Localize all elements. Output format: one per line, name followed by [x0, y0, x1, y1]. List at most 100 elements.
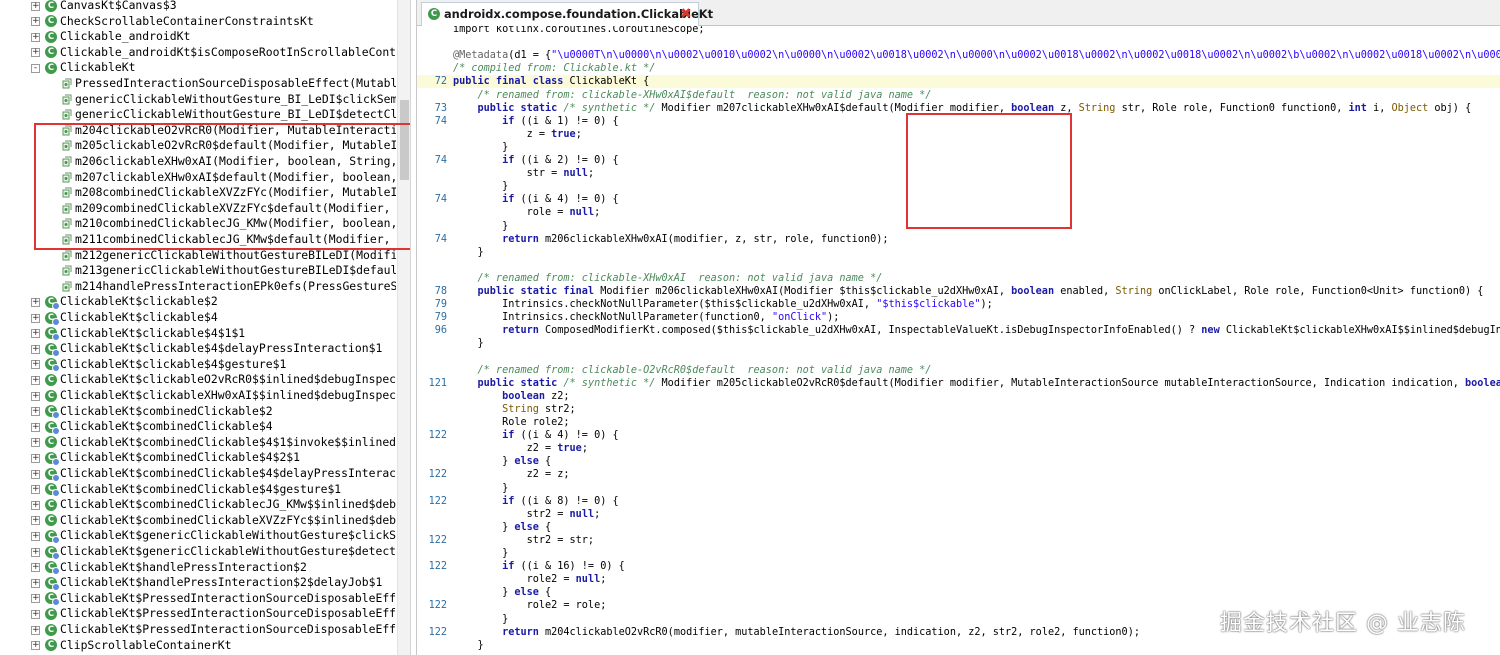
expand-icon[interactable]: +: [31, 344, 40, 354]
tree-item[interactable]: + C ClickableKt$combinedClickable$4$1$invo…: [0, 435, 396, 451]
code-token: Modifier m207clickableXHw0xAI$default(Mo…: [661, 102, 1012, 114]
collapse-icon[interactable]: -: [31, 63, 40, 73]
expand-icon[interactable]: +: [31, 609, 40, 619]
expand-icon[interactable]: +: [31, 641, 40, 651]
tree-item[interactable]: + C ClickableKt$clickable$4$1$1: [0, 326, 396, 342]
tree-item[interactable]: + C ClickableKt$combinedClickable$4: [0, 419, 396, 435]
tree-item[interactable]: + C ClickableKt$combinedClickable$2: [0, 404, 396, 420]
tree-item[interactable]: + C ClickableKt$genericClickableWithoutGes…: [0, 528, 396, 544]
expand-icon[interactable]: +: [31, 547, 40, 557]
expand-icon[interactable]: +: [31, 438, 40, 448]
tree-item-label: m212genericClickableWithoutGestureBILeDI…: [75, 247, 396, 262]
expand-icon[interactable]: +: [31, 375, 40, 385]
code-token: Role role2;: [453, 417, 570, 428]
tree-item[interactable]: - C ClickableKt: [0, 60, 396, 76]
tree-item[interactable]: m207clickableXHw0xAI$default(Modifier, b…: [0, 170, 396, 186]
tree-item[interactable]: + C ClickableKt$clickable$4$gesture$1: [0, 357, 396, 373]
expand-icon[interactable]: +: [31, 422, 40, 432]
tree-item[interactable]: + C ClickableKt$combinedClickablecJG_KMw$$…: [0, 497, 396, 513]
tree-item[interactable]: m205clickableO2vRcR0$default(Modifier, M…: [0, 138, 396, 154]
code-line: 122 str2 = str;: [417, 534, 1500, 547]
tree-item[interactable]: + C Clickable_androidKt: [0, 29, 396, 45]
code-token: if: [453, 115, 521, 127]
expand-icon[interactable]: +: [31, 17, 40, 27]
expand-icon[interactable]: +: [31, 313, 40, 323]
tree-item[interactable]: m214handlePressInteractionEPk0efs(PressG…: [0, 279, 396, 295]
expand-icon[interactable]: +: [31, 48, 40, 58]
tree-item[interactable]: + C ClickableKt$clickable$4: [0, 310, 396, 326]
expand-icon[interactable]: +: [31, 563, 40, 573]
expand-icon[interactable]: +: [31, 32, 40, 42]
tree-item[interactable]: + C CheckScrollableContainerConstraintsKt: [0, 14, 396, 30]
expand-icon[interactable]: +: [31, 407, 40, 417]
code-text: Intrinsics.checkNotNullParameter(functio…: [453, 311, 839, 324]
tree-item[interactable]: + C ClickableKt$genericClickableWithoutGes…: [0, 544, 396, 560]
expand-icon[interactable]: +: [31, 516, 40, 526]
code-token: return: [453, 626, 546, 638]
editor-tab[interactable]: C androidx.compose.foundation.ClickableK…: [421, 2, 713, 26]
tree-item[interactable]: genericClickableWithoutGesture_BI_LeDI$d…: [0, 107, 396, 123]
expand-icon[interactable]: +: [31, 297, 40, 307]
code-token: "$this$clickable": [876, 299, 981, 311]
expand-icon[interactable]: +: [31, 500, 40, 510]
tree-item[interactable]: + C ClickableKt$clickableO2vRcR0$$inlined$…: [0, 372, 396, 388]
tree-item[interactable]: + C ClickableKt$combinedClickable$4$gestur…: [0, 482, 396, 498]
code-line: 96 return ComposedModifierKt.composed($t…: [417, 324, 1500, 337]
tree-scrollbar-thumb[interactable]: [400, 100, 409, 180]
expand-icon[interactable]: +: [31, 453, 40, 463]
tree-item[interactable]: + C Clickable_androidKt$isComposeRootInScr…: [0, 45, 396, 61]
tree-item[interactable]: m213genericClickableWithoutGestureBILeDI…: [0, 263, 396, 279]
tree-item[interactable]: m210combinedClickablecJG_KMw(Modifier, b…: [0, 216, 396, 232]
tree-item[interactable]: + C ClickableKt$handlePressInteraction$2$d…: [0, 575, 396, 591]
tree-item[interactable]: + C ClickableKt$PressedInteractionSourceDi…: [0, 622, 396, 638]
code-token: str, Role role, Function0 function0,: [1121, 102, 1349, 114]
tree-item[interactable]: m209combinedClickableXVZzFYc$default(Mod…: [0, 201, 396, 217]
tree-item[interactable]: m212genericClickableWithoutGestureBILeDI…: [0, 248, 396, 264]
tree-item[interactable]: + C ClickableKt$clickable$4$delayPressInte…: [0, 341, 396, 357]
code-line: import kotlinx.coroutines.CoroutineScope…: [417, 26, 1500, 36]
close-icon[interactable]: ✖: [680, 3, 692, 25]
method-icon: [62, 265, 73, 276]
tree-item[interactable]: m206clickableXHw0xAI(Modifier, boolean, …: [0, 154, 396, 170]
tree-item-label: ClickableKt$PressedInteractionSourceDisp…: [60, 606, 396, 621]
code-line: 79 Intrinsics.checkNotNullParameter($thi…: [417, 298, 1500, 311]
tree-item[interactable]: + C CanvasKt$Canvas$3: [0, 0, 396, 14]
expand-icon[interactable]: +: [31, 1, 40, 11]
inner-class-icon: C: [45, 467, 60, 482]
tree-scrollbar[interactable]: [397, 0, 410, 655]
expand-icon[interactable]: +: [31, 360, 40, 370]
tree-item[interactable]: + C ClickableKt$handlePressInteraction$2: [0, 560, 396, 576]
tree-item[interactable]: PressedInteractionSourceDisposableEffect…: [0, 76, 396, 92]
code-token: role2 = role;: [453, 600, 607, 612]
tree-item[interactable]: + C ClickableKt$clickable$2: [0, 294, 396, 310]
code-text: } else {: [453, 521, 551, 534]
expand-icon[interactable]: +: [31, 594, 40, 604]
tree-item[interactable]: m204clickableO2vRcR0(Modifier, MutableIn…: [0, 123, 396, 139]
code-token: if: [453, 561, 521, 573]
tree-item[interactable]: + C ClickableKt$combinedClickable$4$2$1: [0, 450, 396, 466]
tree-item[interactable]: + C ClickableKt$PressedInteractionSourceDi…: [0, 591, 396, 607]
tree-item[interactable]: m208combinedClickableXVZzFYc(Modifier, M…: [0, 185, 396, 201]
code-line: str2 = null;: [417, 508, 1500, 521]
code-text: public static /* synthetic */ Modifier m…: [453, 102, 1472, 115]
tree-item[interactable]: + C ClickableKt$combinedClickableXVZzFYc$$…: [0, 513, 396, 529]
tree-item[interactable]: m211combinedClickablecJG_KMw$default(Mod…: [0, 232, 396, 248]
code-token: boolean: [1011, 286, 1061, 297]
expand-icon[interactable]: +: [31, 391, 40, 401]
expand-icon[interactable]: +: [31, 329, 40, 339]
tree-item[interactable]: genericClickableWithoutGesture_BI_LeDI$c…: [0, 92, 396, 108]
expand-icon[interactable]: +: [31, 625, 40, 635]
expand-icon[interactable]: +: [31, 578, 40, 588]
code-text: Intrinsics.checkNotNullParameter($this$c…: [453, 298, 993, 311]
tree-item[interactable]: + C ClickableKt$combinedClickable$4$delayP…: [0, 466, 396, 482]
tree-item[interactable]: + C ClickableKt$PressedInteractionSourceDi…: [0, 606, 396, 622]
code-token: }: [453, 456, 515, 468]
tree-item[interactable]: + C ClipScrollableContainerKt: [0, 638, 396, 654]
code-token: @Metadata: [453, 50, 509, 62]
expand-icon[interactable]: +: [31, 485, 40, 495]
code-line: 74 return m206clickableXHw0xAI(modifier,…: [417, 233, 1500, 246]
expand-icon[interactable]: +: [31, 469, 40, 479]
code-area[interactable]: import kotlinx.coroutines.CoroutineScope…: [417, 26, 1500, 655]
tree-item[interactable]: + C ClickableKt$clickableXHw0xAI$$inlined$…: [0, 388, 396, 404]
expand-icon[interactable]: +: [31, 531, 40, 541]
